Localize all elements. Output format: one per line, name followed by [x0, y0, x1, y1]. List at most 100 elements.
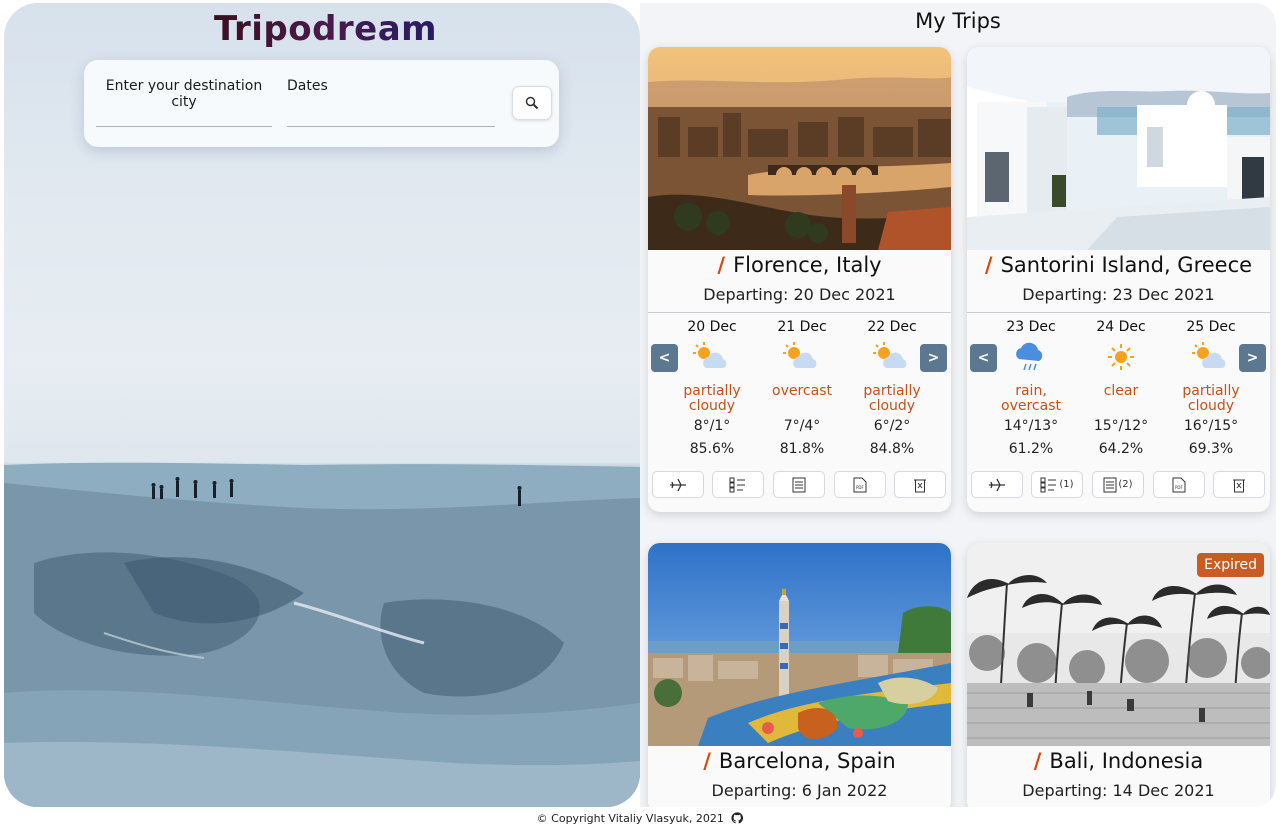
search-form: Enter your destination city Dates	[84, 60, 559, 147]
forecast-humidity: 61.2%	[1008, 441, 1054, 457]
notes-button[interactable]	[773, 471, 825, 498]
flight-button[interactable]	[971, 471, 1023, 498]
forecast-temp: 14°/13°	[1003, 418, 1059, 434]
forecast-condition: partially cloudy	[683, 383, 741, 414]
trip-departing: Departing: 6 Jan 2022	[711, 781, 888, 800]
trip-departing: Departing: 14 Dec 2021	[1022, 781, 1215, 800]
trip-city: Bali, Indonesia	[1049, 749, 1204, 773]
notes-count: (2)	[1118, 479, 1133, 490]
weather-forecast: < > 23 Dec rain, overcast 14°/13° 61.2% …	[967, 319, 1270, 469]
weather-forecast: < > 20 Dec partially cloudy 8°/1° 85.6% …	[648, 319, 951, 469]
forecast-temp: 15°/12°	[1093, 418, 1149, 434]
destination-underline	[96, 126, 272, 127]
trip-departing: Departing: 20 Dec 2021	[703, 285, 896, 304]
trip-card-santorini[interactable]: / Santorini Island, Greece Departing: 23 …	[967, 47, 1270, 512]
trips-panel: My Trips / Florence, Italy Departing: 20…	[640, 3, 1276, 807]
magnifier-icon	[525, 96, 539, 110]
trip-title: / Barcelona, Spain	[648, 749, 951, 773]
pdf-icon: PDF	[1172, 477, 1186, 492]
forecast-day: 21 Dec overcast 7°/4° 81.8%	[757, 319, 847, 457]
copyright-text: © Copyright Vitaliy Vlasyuk, 2021	[536, 812, 724, 825]
santorini-photo	[967, 47, 1270, 250]
footer: © Copyright Vitaliy Vlasyuk, 2021	[0, 812, 1280, 825]
forecast-humidity: 81.8%	[779, 441, 825, 457]
hero-panel: Tripodream Enter your destination city D…	[4, 3, 640, 807]
forecast-day: 22 Dec partially cloudy 6°/2° 84.8%	[847, 319, 937, 457]
edit-icon[interactable]: /	[985, 253, 993, 277]
trip-title: / Santorini Island, Greece	[967, 253, 1270, 277]
forecast-condition: partially cloudy	[863, 383, 921, 414]
destination-field[interactable]: Enter your destination city	[96, 78, 272, 127]
app-logo[interactable]: Tripodream	[214, 9, 437, 49]
checklist-button[interactable]: (1)	[1031, 471, 1083, 498]
rain-icon	[986, 335, 1076, 379]
forecast-day: 23 Dec rain, overcast 14°/13° 61.2%	[986, 319, 1076, 457]
dates-underline	[287, 126, 495, 127]
partly-cloudy-icon	[1166, 335, 1256, 379]
sun-icon	[1076, 335, 1166, 379]
trip-card-barcelona[interactable]: / Barcelona, Spain Departing: 6 Jan 2022	[648, 543, 951, 807]
notes-button[interactable]: (2)	[1092, 471, 1144, 498]
forecast-date: 22 Dec	[867, 319, 917, 335]
edit-icon[interactable]: /	[1034, 749, 1042, 773]
pdf-icon: PDF	[853, 477, 867, 492]
forecast-condition: clear	[1103, 383, 1139, 399]
trip-card-florence[interactable]: / Florence, Italy Departing: 20 Dec 2021 …	[648, 47, 951, 512]
trip-city: Florence, Italy	[733, 253, 882, 277]
github-icon[interactable]	[731, 812, 744, 824]
trip-actions: (1) (2) PDF	[967, 471, 1270, 501]
forecast-temp: 8°/1°	[693, 418, 731, 434]
partly-cloudy-icon	[667, 335, 757, 379]
forecast-humidity: 85.6%	[689, 441, 735, 457]
expired-badge: Expired	[1197, 553, 1264, 577]
forecast-day: 25 Dec partially cloudy 16°/15° 69.3%	[1166, 319, 1256, 457]
forecast-day: 20 Dec partially cloudy 8°/1° 85.6%	[667, 319, 757, 457]
forecast-temp: 16°/15°	[1183, 418, 1239, 434]
divider	[648, 312, 951, 313]
forecast-date: 24 Dec	[1096, 319, 1146, 335]
delete-icon	[1233, 479, 1245, 492]
partly-cloudy-icon	[847, 335, 937, 379]
edit-icon[interactable]: /	[703, 749, 711, 773]
delete-button[interactable]	[1213, 471, 1265, 498]
checklist-count: (1)	[1059, 479, 1074, 490]
checklist-button[interactable]	[712, 471, 764, 498]
forecast-date: 21 Dec	[777, 319, 827, 335]
search-button[interactable]	[512, 86, 552, 120]
forecast-condition: overcast	[772, 383, 832, 399]
forecast-humidity: 64.2%	[1098, 441, 1144, 457]
pdf-button[interactable]: PDF	[1153, 471, 1205, 498]
forecast-day: 24 Dec clear 15°/12° 64.2%	[1076, 319, 1166, 457]
destination-label: Enter your destination city	[105, 78, 263, 110]
plane-icon	[989, 478, 1005, 491]
forecast-temp: 7°/4°	[783, 418, 821, 434]
forecast-condition: rain, overcast	[1001, 383, 1061, 414]
flight-button[interactable]	[652, 471, 704, 498]
forecast-date: 25 Dec	[1186, 319, 1236, 335]
checklist-icon	[729, 477, 745, 492]
trip-departing: Departing: 23 Dec 2021	[1022, 285, 1215, 304]
forecast-date: 20 Dec	[687, 319, 737, 335]
forecast-humidity: 69.3%	[1188, 441, 1234, 457]
trip-city: Barcelona, Spain	[718, 749, 896, 773]
trip-title: / Bali, Indonesia	[967, 749, 1270, 773]
notes-icon	[1103, 477, 1117, 492]
trip-card-bali[interactable]: Expired / Bali, Indonesia Departing: 14 D…	[967, 543, 1270, 807]
edit-icon[interactable]: /	[717, 253, 725, 277]
pdf-button[interactable]: PDF	[834, 471, 886, 498]
forecast-humidity: 84.8%	[869, 441, 915, 457]
svg-text:PDF: PDF	[856, 485, 864, 490]
partly-cloudy-icon	[757, 335, 847, 379]
dates-field[interactable]: Dates	[287, 78, 495, 127]
svg-text:PDF: PDF	[1175, 485, 1183, 490]
divider	[967, 312, 1270, 313]
forecast-date: 23 Dec	[1006, 319, 1056, 335]
plane-icon	[670, 478, 686, 491]
delete-icon	[914, 479, 926, 492]
delete-button[interactable]	[894, 471, 946, 498]
forecast-temp: 6°/2°	[873, 418, 911, 434]
dates-label: Dates	[287, 78, 328, 94]
barcelona-photo	[648, 543, 951, 746]
florence-photo	[648, 47, 951, 250]
my-trips-heading: My Trips	[915, 9, 1001, 33]
